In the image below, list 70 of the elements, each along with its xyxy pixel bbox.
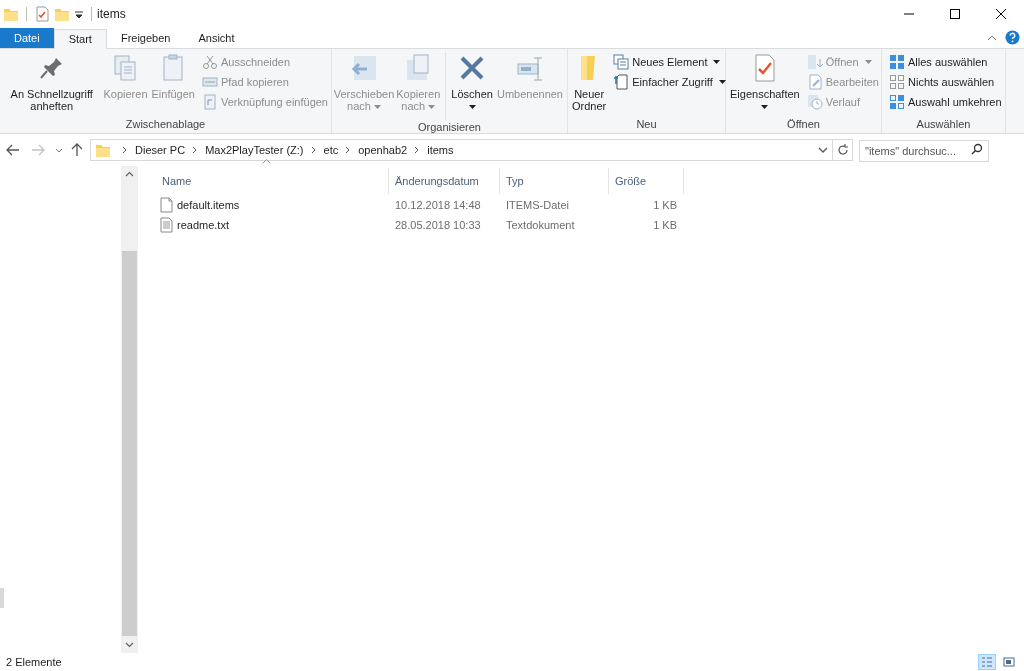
- column-header[interactable]: Größe: [609, 168, 684, 194]
- invert-selection-icon: [889, 94, 905, 110]
- ribbon-tab[interactable]: Start: [53, 29, 107, 49]
- up-arrow-icon[interactable]: [69, 142, 85, 158]
- address-field[interactable]: Dieser PC Max2PlayTester (Z:) etc openhab2 items: [90, 139, 853, 161]
- file-size: 1 KB: [653, 198, 677, 211]
- chevron-icon: [309, 146, 318, 154]
- file-size: 1 KB: [653, 218, 677, 231]
- ribbon-button[interactable]: Eigenschaften: [728, 52, 802, 112]
- edit-icon: [806, 74, 823, 90]
- properties-icon[interactable]: [34, 6, 50, 22]
- column-header[interactable]: Änderungsdatum: [389, 168, 500, 194]
- path-segment[interactable]: openhab2: [358, 141, 408, 159]
- refresh-icon: [836, 144, 849, 156]
- sort-ascending-icon: [262, 159, 271, 164]
- ribbon-group-label: Organisieren: [417, 120, 482, 134]
- ribbon-button[interactable]: An Schnellzugriff anheften: [2, 52, 102, 112]
- dropdown-icon[interactable]: [818, 145, 828, 155]
- tiles-view-button[interactable]: [1000, 654, 1018, 670]
- search-icon: [971, 143, 983, 155]
- close-icon: [996, 9, 1006, 19]
- ribbon-button[interactable]: Löschen: [449, 52, 495, 112]
- shortcut-icon: [201, 94, 218, 110]
- ribbon-button[interactable]: Neues Element: [612, 52, 727, 72]
- ribbon-tab[interactable]: Ansicht: [184, 28, 249, 48]
- ribbon-group-label: Neu: [635, 117, 658, 132]
- scissors-icon: [201, 54, 218, 70]
- path-segment[interactable]: Max2PlayTester (Z:): [205, 141, 304, 159]
- path-icon: [201, 74, 218, 90]
- path-segment[interactable]: etc: [323, 141, 339, 159]
- tiles-icon: [1003, 656, 1015, 668]
- search-field[interactable]: "items" durchsuc...: [859, 140, 989, 162]
- chevron-icon: [121, 146, 129, 154]
- ribbon-button[interactable]: Alles auswählen: [888, 52, 1003, 72]
- ribbon-group-label: Öffnen: [786, 117, 821, 132]
- file-date: 10.12.2018 14:48: [395, 198, 481, 211]
- ribbon-tab[interactable]: Freigeben: [106, 28, 185, 48]
- column-header[interactable]: Typ: [500, 168, 609, 194]
- column-header[interactable]: Name: [156, 168, 389, 194]
- ribbon-tab[interactable]: Datei: [0, 28, 54, 48]
- new-item-icon: [613, 54, 630, 70]
- back-arrow-icon[interactable]: [5, 142, 21, 158]
- path-segment[interactable]: items: [427, 141, 454, 159]
- collapse-ribbon-icon[interactable]: [987, 33, 997, 43]
- ribbon-group-label: Auswählen: [915, 117, 972, 132]
- easy-access-icon: [613, 74, 630, 90]
- item-count: 2 Elemente: [6, 654, 62, 670]
- pane-edge-mark: [0, 588, 4, 608]
- ribbon-group-label: Zwischenablage: [124, 117, 207, 132]
- file-date: 28.05.2018 10:33: [395, 218, 481, 231]
- scrollbar-thumb[interactable]: [122, 251, 137, 636]
- file-name[interactable]: default.items: [177, 196, 240, 214]
- maximize-icon: [950, 9, 960, 19]
- history-icon: [806, 94, 823, 110]
- select-none-icon: [889, 74, 905, 90]
- path-segment[interactable]: Dieser PC: [135, 141, 186, 159]
- ribbon-button[interactable]: Einfacher Zugriff: [612, 72, 727, 92]
- file-type: Textdokument: [506, 218, 575, 231]
- help-icon[interactable]: [1005, 30, 1020, 45]
- ribbon-button[interactable]: Nichts auswählen: [888, 72, 1003, 92]
- file-type: ITEMS-Datei: [506, 198, 569, 211]
- folder-icon: [95, 142, 111, 158]
- window-title: items: [97, 6, 126, 23]
- open-icon: [806, 54, 823, 70]
- recent-dropdown-icon[interactable]: [55, 146, 63, 154]
- ribbon-button[interactable]: Auswahl umkehren: [888, 92, 1003, 112]
- list-icon: [981, 656, 993, 668]
- ribbon-button[interactable]: Neuer Ordner: [570, 52, 609, 112]
- select-all-icon: [889, 54, 905, 70]
- file-name[interactable]: readme.txt: [177, 216, 229, 234]
